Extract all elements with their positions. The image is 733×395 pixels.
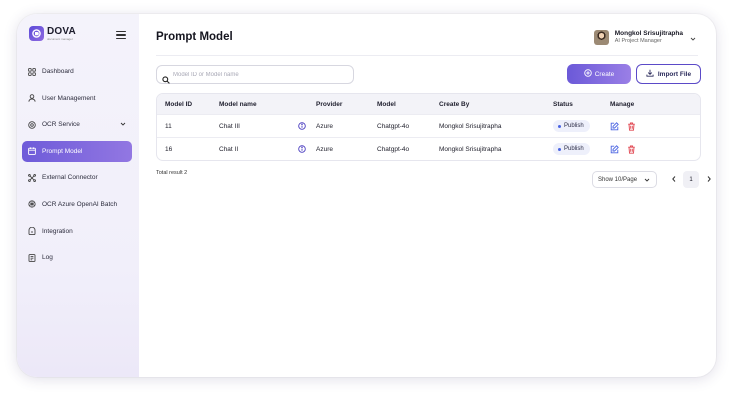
table-row[interactable]: 16 Chat II Azure Chatgpt-4o Mongkol Sris… <box>157 137 700 160</box>
sidebar-item-prompt-model[interactable]: Prompt Model <box>22 140 132 162</box>
delete-icon[interactable] <box>627 145 636 154</box>
sidebar-item-label: User Management <box>42 94 96 102</box>
edit-icon[interactable] <box>610 144 619 154</box>
user-menu[interactable]: Mongkol Srisujitrapha AI Project Manager <box>593 27 696 47</box>
column-header-status[interactable]: Status <box>553 94 573 114</box>
user-name: Mongkol Srisujitrapha <box>614 30 683 38</box>
model-name-cell: Chat II <box>219 145 239 153</box>
column-header-model[interactable]: Model <box>377 94 396 114</box>
provider-cell: Azure <box>316 145 333 153</box>
create-button-label: Create <box>594 70 615 78</box>
target-icon <box>28 120 36 129</box>
log-icon <box>28 253 36 262</box>
app-window: DOVA document manager Dashboard User Man… <box>17 14 716 377</box>
chevron-right-icon[interactable] <box>705 174 713 184</box>
column-header-manage: Manage <box>610 100 635 108</box>
table-header: Model ID Model name Provider Model Creat… <box>157 94 700 114</box>
status-dot <box>558 147 561 151</box>
connector-icon <box>28 173 36 182</box>
model-name-cell: Chat III <box>219 122 240 130</box>
sidebar-item-dashboard[interactable]: Dashboard <box>22 61 132 82</box>
user-role: AI Project Manager <box>614 37 662 44</box>
model-cell: Chatgpt-4o <box>377 145 410 153</box>
grid-icon <box>28 67 36 76</box>
column-header-provider[interactable]: Provider <box>316 94 342 114</box>
import-file-button[interactable]: Import File <box>636 64 701 84</box>
sidebar-item-external-connector[interactable]: External Connector <box>22 167 132 188</box>
integration-icon <box>28 227 36 236</box>
manage-cell <box>610 138 644 160</box>
sidebar-item-integration[interactable]: Integration <box>22 221 132 242</box>
status-cell: Publish <box>553 115 590 137</box>
plus-circle-icon <box>583 69 592 79</box>
delete-icon[interactable] <box>627 122 636 131</box>
page-size-select[interactable]: Show 10/Page <box>592 171 657 188</box>
sidebar-item-label: OCR Azure OpenAI Batch <box>42 200 118 208</box>
create-button[interactable]: Create <box>567 64 631 84</box>
sidebar-item-ocr-azure-openai-batch[interactable]: OCR Azure OpenAI Batch <box>22 194 132 215</box>
info-icon[interactable] <box>298 138 306 160</box>
menu-toggle-icon[interactable] <box>116 31 126 39</box>
model-id-cell: 11 <box>165 122 172 130</box>
search-input[interactable] <box>173 71 343 78</box>
column-header-model-name[interactable]: Model name <box>219 94 257 114</box>
chevron-left-icon[interactable] <box>670 174 678 184</box>
user-icon <box>28 94 36 102</box>
table-row[interactable]: 11 Chat III Azure Chatgpt-4o Mongkol Sri… <box>157 114 700 137</box>
dova-logo-icon <box>29 26 44 41</box>
page-title: Prompt Model <box>156 31 233 43</box>
model-cell: Chatgpt-4o <box>377 122 410 130</box>
chevron-down-icon[interactable] <box>690 29 696 47</box>
column-header-model-id[interactable]: Model ID <box>165 94 192 114</box>
brand[interactable]: DOVA document manager <box>29 26 76 41</box>
chevron-down-icon[interactable] <box>120 121 126 129</box>
download-icon <box>646 69 654 79</box>
edit-icon[interactable] <box>610 121 619 131</box>
sidebar-item-user-management[interactable]: User Management <box>22 88 132 109</box>
column-header-create-by[interactable]: Create By <box>439 94 469 114</box>
openai-icon <box>28 200 36 209</box>
status-badge: Publish <box>553 120 590 132</box>
status-cell: Publish <box>553 138 590 160</box>
total-result: Total result 2 <box>156 170 188 176</box>
prompt-model-table: Model ID Model name Provider Model Creat… <box>156 93 701 161</box>
search-icon <box>162 71 170 84</box>
manage-cell <box>610 115 644 137</box>
sidebar-item-log[interactable]: Log <box>22 247 132 268</box>
page-size-label: Show 10/Page <box>598 176 638 183</box>
pagination-page[interactable]: 1 <box>683 171 699 188</box>
sidebar-item-label: External Connector <box>42 174 98 182</box>
created-by-cell: Mongkol Srisujitrapha <box>439 122 502 130</box>
main-content: Prompt Model Mongkol Srisujitrapha AI Pr… <box>139 14 716 377</box>
status-badge: Publish <box>553 143 590 155</box>
calendar-icon <box>28 147 36 156</box>
header-divider <box>156 55 698 56</box>
sidebar-nav: Dashboard User Management OCR Service Pr… <box>22 61 132 274</box>
model-id-cell: 16 <box>165 145 173 153</box>
sidebar-item-ocr-service[interactable]: OCR Service <box>22 114 132 135</box>
sidebar-item-label: Integration <box>42 227 73 235</box>
info-icon[interactable] <box>298 115 306 137</box>
brand-name: DOVA <box>47 25 76 37</box>
status-dot <box>558 124 561 128</box>
sidebar: DOVA document manager Dashboard User Man… <box>17 14 139 377</box>
sidebar-item-label: Prompt Model <box>42 147 83 155</box>
sidebar-item-label: Dashboard <box>42 68 74 75</box>
brand-tagline: document manager <box>47 36 73 41</box>
status-label: Publish <box>564 146 584 152</box>
provider-cell: Azure <box>316 122 333 130</box>
avatar <box>593 29 609 45</box>
import-file-button-label: Import File <box>657 70 692 78</box>
created-by-cell: Mongkol Srisujitrapha <box>439 145 502 153</box>
sidebar-item-label: OCR Service <box>42 121 80 129</box>
status-label: Publish <box>564 123 584 129</box>
chevron-down-icon <box>644 177 650 185</box>
sidebar-item-label: Log <box>42 254 53 262</box>
search-box[interactable] <box>156 65 354 84</box>
